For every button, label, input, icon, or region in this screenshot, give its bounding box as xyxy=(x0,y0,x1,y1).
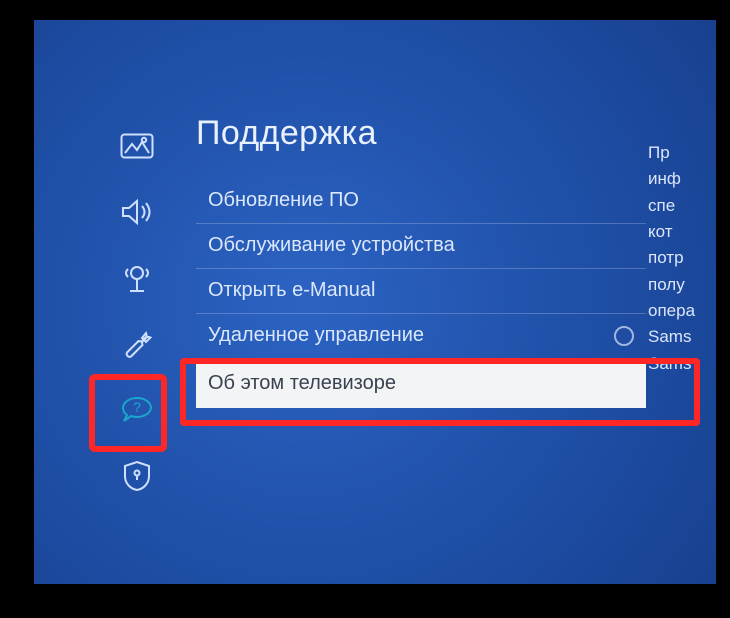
sidebar-item-picture[interactable] xyxy=(107,124,167,172)
menu-item-label: Обновление ПО xyxy=(208,189,359,212)
menu-item-device-care[interactable]: Обслуживание устройства xyxy=(196,224,646,269)
sidebar-item-privacy[interactable] xyxy=(107,454,167,502)
annotation-sidebar-highlight xyxy=(89,374,167,452)
sidebar-item-general[interactable] xyxy=(107,322,167,370)
description-line: полу xyxy=(648,272,716,298)
description-line: потр xyxy=(648,245,716,271)
description-panel: Пр инф спе кот потр полу опера Sams Sams xyxy=(648,140,716,377)
tv-screen: ? Поддержка Обновление ПО Обслуживание у… xyxy=(34,20,716,584)
sidebar-item-sound[interactable] xyxy=(107,190,167,238)
radio-indicator xyxy=(614,326,634,346)
menu-item-e-manual[interactable]: Открыть e-Manual xyxy=(196,269,646,314)
description-line: инф xyxy=(648,166,716,192)
description-line: Пр xyxy=(648,140,716,166)
broadcast-icon xyxy=(120,261,154,300)
menu-item-remote-management[interactable]: Удаленное управление xyxy=(196,314,646,359)
sound-icon xyxy=(120,197,154,232)
description-line: опера xyxy=(648,298,716,324)
description-line: кот xyxy=(648,219,716,245)
page-title: Поддержка xyxy=(196,114,646,153)
picture-icon xyxy=(120,133,154,164)
menu-item-label: Обслуживание устройства xyxy=(208,234,455,257)
description-line: спе xyxy=(648,193,716,219)
shield-icon xyxy=(123,460,151,497)
annotation-item-highlight xyxy=(180,358,700,426)
menu-item-label: Удаленное управление xyxy=(208,324,424,347)
menu-item-software-update[interactable]: Обновление ПО xyxy=(196,179,646,224)
sidebar-item-broadcast[interactable] xyxy=(107,256,167,304)
wrench-icon xyxy=(121,328,153,365)
description-line: Sams xyxy=(648,324,716,350)
menu-item-label: Открыть e-Manual xyxy=(208,279,375,302)
tv-bezel: ? Поддержка Обновление ПО Обслуживание у… xyxy=(0,0,730,618)
